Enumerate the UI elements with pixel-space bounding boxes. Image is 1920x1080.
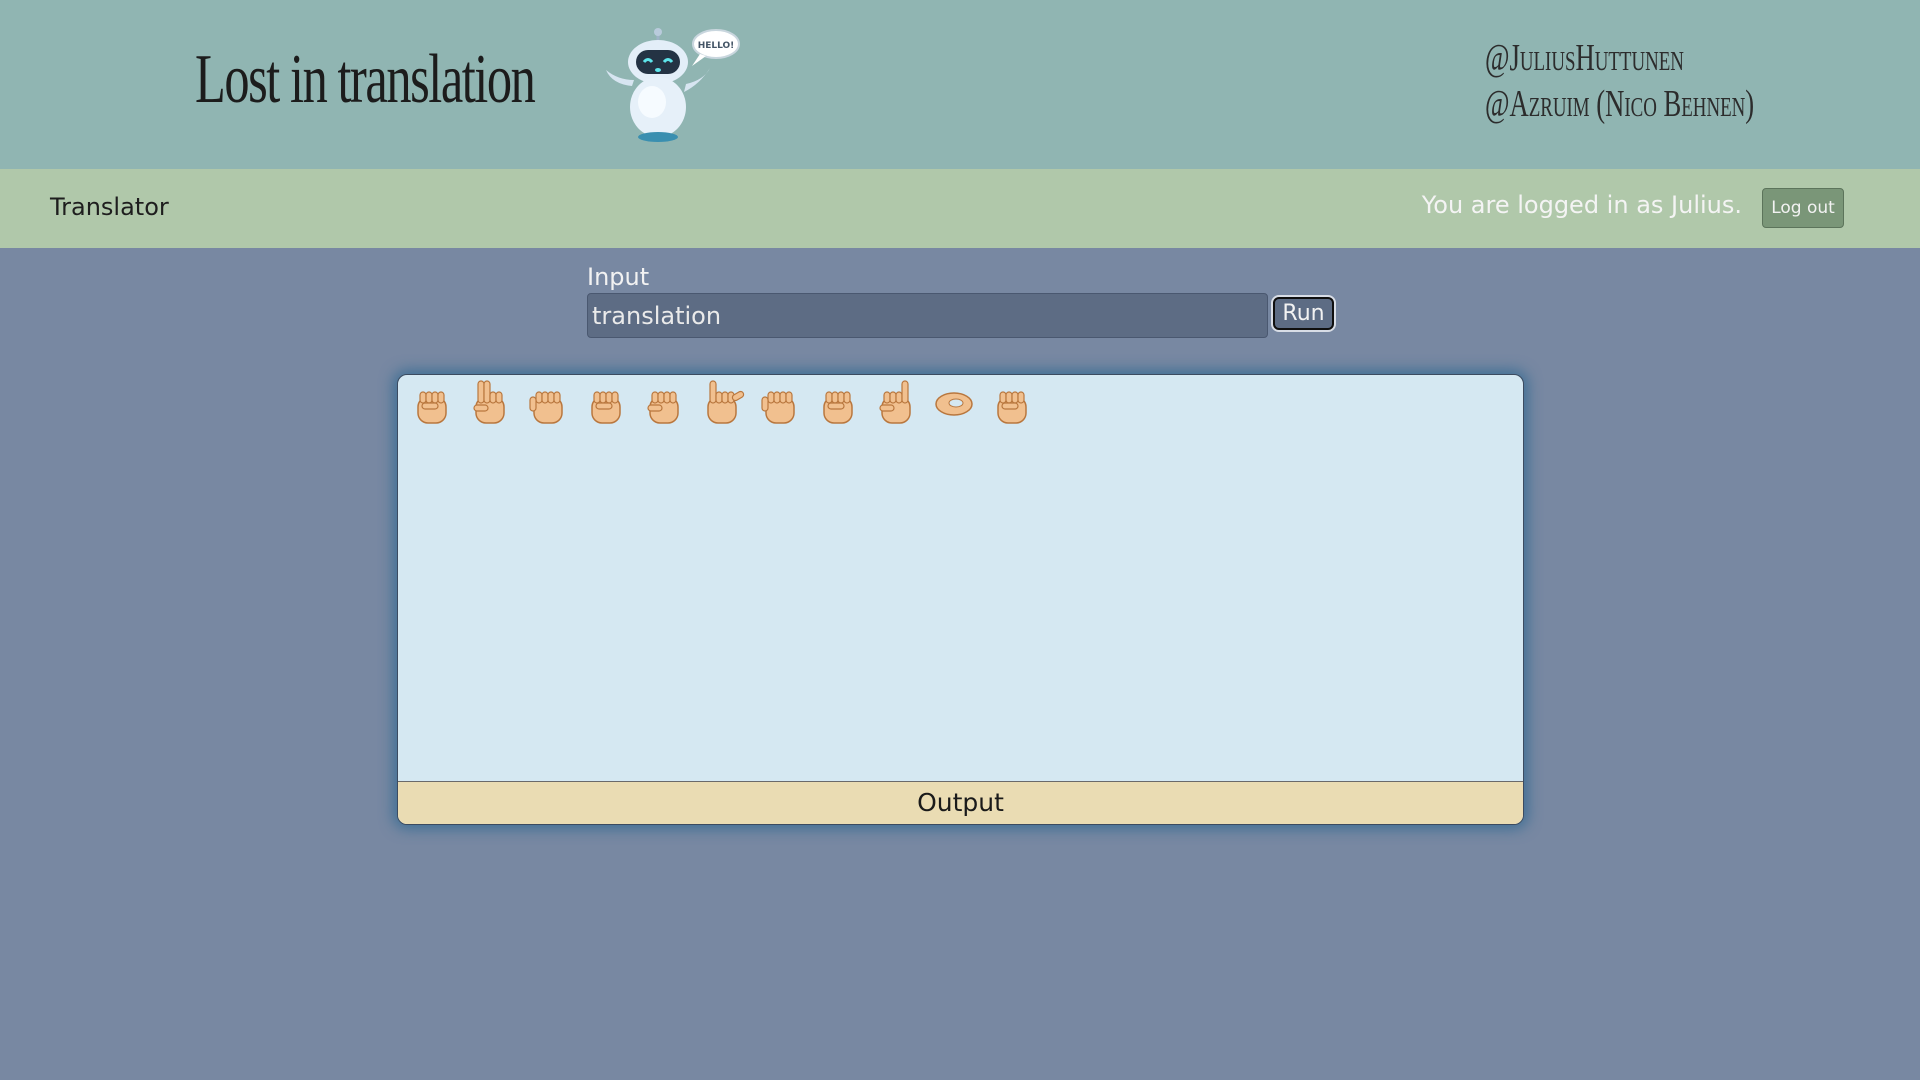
sign-a-icon [761,391,795,424]
robot-bubble-text: HELLO! [698,41,735,51]
logout-button[interactable]: Log out [1762,188,1844,228]
sign-o-icon [935,392,973,416]
navbar: Translator You are logged in as Julius. … [0,169,1920,248]
site-header: Lost in translation HELLO! @JuliusHuttun… [0,0,1920,169]
sign-i-icon [879,380,911,424]
nav-brand-translator[interactable]: Translator [50,193,169,221]
authors: @JuliusHuttunen @Azruim (Nico Behnen) [1485,35,1754,127]
sign-s-icon [647,391,679,424]
sign-t-icon [417,391,447,424]
sign-r-icon [473,380,505,424]
run-button[interactable]: Run [1273,297,1334,330]
site-title: Lost in translation [195,41,536,118]
login-status: You are logged in as Julius. [1421,191,1742,219]
sign-sequence [408,379,1036,429]
author-julius[interactable]: @JuliusHuttunen [1485,35,1754,81]
translation-input[interactable] [587,293,1268,338]
sign-n-icon [591,391,621,424]
output-label: Output [398,781,1523,824]
sign-t-icon [823,391,853,424]
sign-l-icon [707,380,745,424]
sign-n-icon [997,391,1027,424]
robot-logo-icon: HELLO! [606,28,740,142]
sign-a-icon [529,391,563,424]
author-azruim[interactable]: @Azruim (Nico Behnen) [1485,81,1754,127]
input-label: Input [587,263,650,291]
output-panel: Output [397,374,1524,825]
